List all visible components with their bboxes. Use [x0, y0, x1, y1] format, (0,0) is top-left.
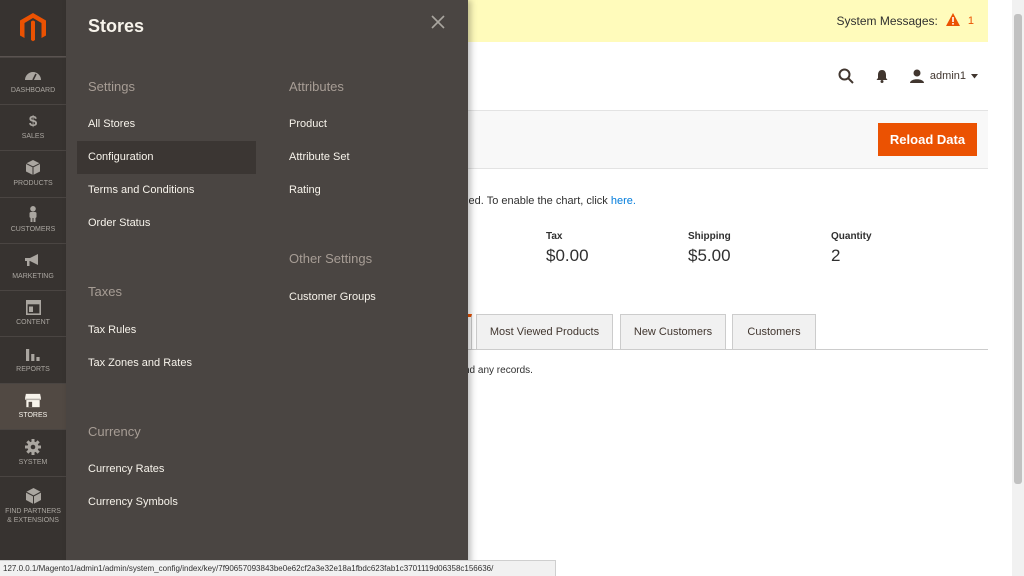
- stat-tax: Tax $0.00: [546, 231, 589, 266]
- tab-customers[interactable]: Customers: [732, 314, 816, 349]
- attributes-heading: Attributes: [289, 79, 344, 94]
- scrollbar-thumb[interactable]: [1014, 14, 1022, 484]
- megaphone-icon: [25, 253, 41, 269]
- dashboard-icon: [25, 67, 41, 83]
- menu-link-order-status[interactable]: Order Status: [77, 207, 256, 240]
- currency-heading: Currency: [88, 424, 141, 439]
- nav-item-label: Find Partners & Extensions: [5, 507, 61, 524]
- menu-link-configuration[interactable]: Configuration: [77, 141, 256, 174]
- stat-value: $0.00: [546, 246, 589, 265]
- stat-label: Shipping: [688, 231, 731, 242]
- dashboard-tabs: Most Viewed Products New Customers Custo…: [468, 314, 988, 350]
- nav-item-label: Customers: [10, 226, 56, 234]
- menu-link-all-stores[interactable]: All Stores: [77, 108, 256, 141]
- bell-icon[interactable]: [876, 69, 888, 83]
- settings-heading: Settings: [88, 79, 135, 94]
- nav-item-label: Reports: [16, 365, 50, 373]
- chart-note-text: bled. To enable the chart, click: [460, 195, 611, 207]
- chart-disabled-note: bled. To enable the chart, click here.: [460, 195, 636, 207]
- page-header: admin1: [468, 42, 988, 110]
- nav-item-label: Sales: [21, 133, 45, 141]
- taxes-heading: Taxes: [88, 284, 122, 299]
- browser-status-url: 127.0.0.1/Magento1/admin1/admin/system_c…: [0, 560, 556, 576]
- system-messages-count: 1: [967, 15, 974, 27]
- user-name: admin1: [929, 70, 966, 82]
- menu-link-currency-symbols[interactable]: Currency Symbols: [77, 486, 256, 519]
- tab-most-viewed-products[interactable]: Most Viewed Products: [476, 314, 613, 349]
- menu-link-product[interactable]: Product: [278, 108, 448, 141]
- nav-item-sales[interactable]: $ Sales: [0, 103, 66, 151]
- nav-item-customers[interactable]: Customers: [0, 196, 66, 244]
- user-menu[interactable]: admin1: [909, 69, 978, 83]
- panel-title: Stores: [88, 16, 145, 36]
- nav-item-find-partners[interactable]: Find Partners & Extensions: [0, 475, 66, 536]
- dollar-icon: $: [28, 112, 38, 130]
- search-icon[interactable]: [838, 68, 854, 84]
- system-messages-bar[interactable]: System Messages: 1: [468, 0, 988, 42]
- nav-item-label: Content: [16, 319, 50, 327]
- nav-item-content[interactable]: Content: [0, 289, 66, 337]
- nav-item-label: Stores: [18, 412, 48, 420]
- nav-item-marketing[interactable]: Marketing: [0, 243, 66, 290]
- nav-item-label: Marketing: [12, 272, 54, 280]
- stat-value: $5.00: [688, 246, 731, 265]
- tab-new-customers[interactable]: New Customers: [620, 314, 726, 349]
- menu-link-customer-groups[interactable]: Customer Groups: [278, 281, 448, 314]
- warning-icon: [945, 13, 960, 29]
- nav-item-system[interactable]: System: [0, 429, 66, 476]
- page-actions-bar: Reload Data: [468, 110, 988, 169]
- menu-link-terms-and-conditions[interactable]: Terms and Conditions: [77, 174, 256, 207]
- admin-sidebar: Dashboard $ Sales Products Customers Mar…: [0, 0, 66, 576]
- storefront-icon: [25, 392, 41, 408]
- nav-item-label: Dashboard: [10, 86, 56, 94]
- user-icon: [909, 69, 924, 83]
- magento-logo-icon[interactable]: [0, 0, 66, 57]
- system-messages-label: System Messages:: [836, 14, 938, 28]
- layout-icon: [25, 299, 41, 315]
- menu-link-rating[interactable]: Rating: [278, 174, 448, 207]
- other-settings-heading: Other Settings: [289, 251, 373, 266]
- nav-item-dashboard[interactable]: Dashboard: [0, 57, 66, 104]
- nav-item-reports[interactable]: Reports: [0, 336, 66, 383]
- stat-label: Tax: [546, 231, 563, 242]
- reload-data-button[interactable]: Reload Data: [878, 123, 977, 156]
- nav-item-products[interactable]: Products: [0, 150, 66, 197]
- box-icon: [25, 160, 41, 176]
- menu-link-tax-zones-and-rates[interactable]: Tax Zones and Rates: [77, 347, 256, 380]
- chevron-down-icon: [971, 73, 978, 78]
- cube-icon: [25, 487, 41, 504]
- menu-link-attribute-set[interactable]: Attribute Set: [278, 141, 448, 174]
- nav-item-label: Products: [13, 179, 53, 187]
- tab-active-edge: [468, 314, 472, 349]
- person-icon: [25, 206, 41, 223]
- bar-chart-icon: [25, 346, 41, 362]
- nav-item-label: System: [18, 458, 48, 466]
- menu-link-currency-rates[interactable]: Currency Rates: [77, 453, 256, 486]
- enable-chart-link[interactable]: here.: [611, 195, 636, 207]
- stores-menu-panel: Stores Settings All Stores Configuration…: [66, 0, 468, 576]
- gear-icon: [25, 438, 41, 455]
- menu-link-tax-rules[interactable]: Tax Rules: [77, 314, 256, 347]
- stat-quantity: Quantity 2: [831, 231, 872, 266]
- no-records-note: nd any records.: [464, 365, 533, 376]
- nav-item-stores[interactable]: Stores: [0, 382, 66, 429]
- stat-value: 2: [831, 246, 841, 265]
- stat-label: Quantity: [831, 231, 872, 242]
- close-icon[interactable]: [431, 15, 445, 34]
- stat-shipping: Shipping $5.00: [688, 231, 731, 266]
